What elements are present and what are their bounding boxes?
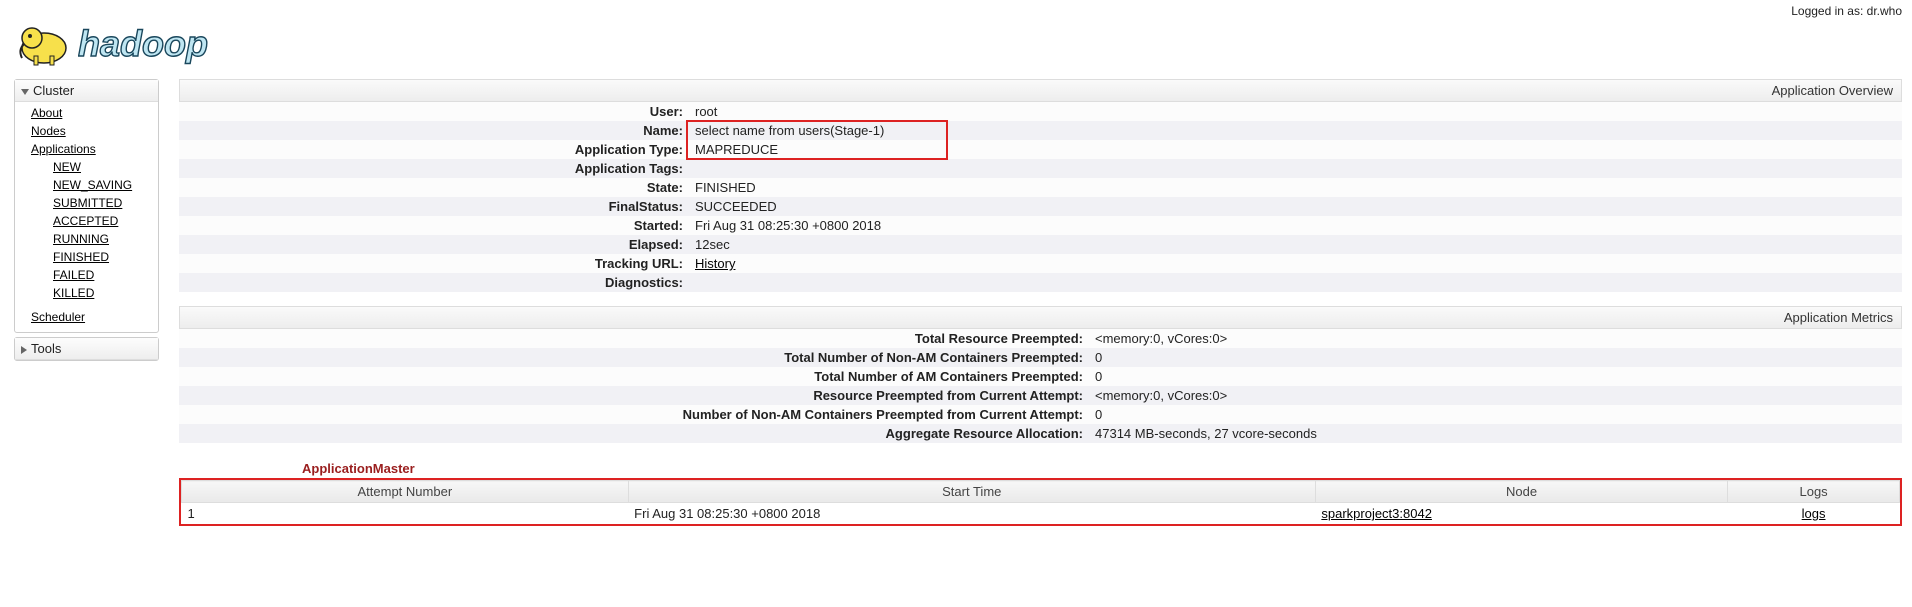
nav-app-failed[interactable]: FAILED	[53, 266, 152, 284]
nav-scheduler[interactable]: Scheduler	[31, 308, 152, 326]
nav-app-killed[interactable]: KILLED	[53, 284, 152, 302]
am-col-node[interactable]: Node	[1315, 481, 1727, 503]
nav-app-new-saving[interactable]: NEW_SAVING	[53, 176, 152, 194]
metrics-header: Application Metrics	[179, 306, 1902, 329]
nav-app-submitted[interactable]: SUBMITTED	[53, 194, 152, 212]
sidebar: Cluster About Nodes Applications NEW NEW…	[14, 79, 159, 365]
overview-key: Diagnostics:	[179, 273, 689, 292]
overview-value	[689, 273, 1902, 292]
hadoop-elephant-icon	[16, 20, 74, 68]
am-logs[interactable]: logs	[1728, 503, 1900, 525]
nav-about[interactable]: About	[31, 104, 152, 122]
metric-key: Total Number of Non-AM Containers Preemp…	[179, 348, 1089, 367]
overview-value	[689, 159, 1902, 178]
metric-value: 0	[1089, 367, 1902, 386]
overview-key: Name:	[179, 121, 689, 140]
metric-key: Aggregate Resource Allocation:	[179, 424, 1089, 443]
overview-key: Tracking URL:	[179, 254, 689, 273]
overview-key: User:	[179, 102, 689, 121]
overview-value: FINISHED	[689, 178, 1902, 197]
overview-key: Started:	[179, 216, 689, 235]
metric-value: <memory:0, vCores:0>	[1089, 386, 1902, 405]
metric-key: Total Resource Preempted:	[179, 329, 1089, 348]
metrics-table: Total Resource Preempted:<memory:0, vCor…	[179, 329, 1902, 443]
overview-header: Application Overview	[179, 79, 1902, 102]
tracking-url-link[interactable]: History	[695, 256, 735, 271]
overview-value: root	[689, 102, 1902, 121]
am-col-start[interactable]: Start Time	[628, 481, 1315, 503]
nav-app-accepted[interactable]: ACCEPTED	[53, 212, 152, 230]
nav-app-finished[interactable]: FINISHED	[53, 248, 152, 266]
overview-panel: Application Overview User:rootName:selec…	[179, 79, 1902, 292]
overview-key: Elapsed:	[179, 235, 689, 254]
logged-in-status: Logged in as: dr.who	[0, 0, 1912, 18]
nav-nodes[interactable]: Nodes	[31, 122, 152, 140]
overview-value: select name from users(Stage-1)	[689, 121, 1902, 140]
nav-app-new[interactable]: NEW	[53, 158, 152, 176]
overview-value[interactable]: History	[689, 254, 1902, 273]
overview-value: Fri Aug 31 08:25:30 +0800 2018	[689, 216, 1902, 235]
metric-value: 0	[1089, 405, 1902, 424]
nav-cluster: Cluster About Nodes Applications NEW NEW…	[14, 79, 159, 333]
overview-key: Application Tags:	[179, 159, 689, 178]
am-attempt: 1	[182, 503, 629, 525]
overview-key: Application Type:	[179, 140, 689, 159]
am-col-logs[interactable]: Logs	[1728, 481, 1900, 503]
am-col-attempt[interactable]: Attempt Number	[182, 481, 629, 503]
overview-value: MAPREDUCE	[689, 140, 1902, 159]
content: Application Overview User:rootName:selec…	[179, 79, 1902, 526]
overview-table: User:rootName:select name from users(Sta…	[179, 102, 1902, 292]
overview-value: 12sec	[689, 235, 1902, 254]
metrics-panel: Application Metrics Total Resource Preem…	[179, 306, 1902, 443]
metric-key: Resource Preempted from Current Attempt:	[179, 386, 1089, 405]
nav-tools: Tools	[14, 337, 159, 361]
am-start: Fri Aug 31 08:25:30 +0800 2018	[628, 503, 1315, 525]
nav-tools-header[interactable]: Tools	[15, 338, 158, 360]
overview-key: State:	[179, 178, 689, 197]
metric-key: Total Number of AM Containers Preempted:	[179, 367, 1089, 386]
nav-cluster-header[interactable]: Cluster	[15, 80, 158, 102]
nav-app-running[interactable]: RUNNING	[53, 230, 152, 248]
logo[interactable]: hadoop	[0, 18, 1912, 79]
caret-right-icon	[21, 346, 27, 354]
am-node[interactable]: sparkproject3:8042	[1315, 503, 1727, 525]
overview-value: SUCCEEDED	[689, 197, 1902, 216]
nav-applications[interactable]: Applications	[31, 140, 152, 158]
overview-key: FinalStatus:	[179, 197, 689, 216]
table-row: 1Fri Aug 31 08:25:30 +0800 2018sparkproj…	[182, 503, 1900, 525]
metric-value: <memory:0, vCores:0>	[1089, 329, 1902, 348]
appmaster-section: ApplicationMaster Attempt Number Start T…	[179, 457, 1902, 526]
appmaster-title: ApplicationMaster	[179, 457, 1902, 476]
metric-value: 47314 MB-seconds, 27 vcore-seconds	[1089, 424, 1902, 443]
hadoop-wordmark-icon: hadoop	[78, 22, 268, 66]
metric-value: 0	[1089, 348, 1902, 367]
caret-down-icon	[21, 89, 29, 95]
svg-text:hadoop: hadoop	[78, 23, 208, 64]
metric-key: Number of Non-AM Containers Preempted fr…	[179, 405, 1089, 424]
appmaster-table: Attempt Number Start Time Node Logs 1Fri…	[181, 480, 1900, 524]
